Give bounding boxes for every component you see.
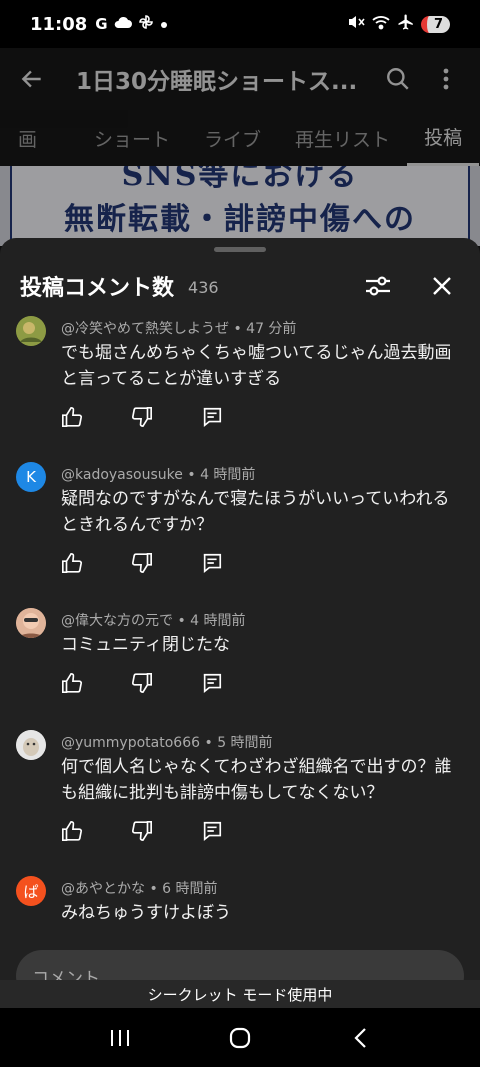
system-nav-bar — [0, 1008, 480, 1067]
comment-author[interactable]: @yummypotato666 — [61, 735, 200, 751]
comments-count: 436 — [188, 277, 219, 297]
comment-author[interactable]: @kadoyasousuke — [61, 467, 183, 483]
more-vert-icon[interactable] — [428, 61, 464, 97]
avatar[interactable] — [16, 730, 46, 760]
mute-icon — [347, 14, 365, 34]
battery-indicator: 7 — [420, 15, 450, 33]
avatar[interactable] — [16, 608, 46, 638]
comments-sheet: 投稿コメント数 436 @冷笑やめて熱笑しようぜ • 47 分前 でも堀さんめち… — [0, 238, 480, 1018]
reply-icon[interactable] — [201, 552, 223, 574]
recent-apps-icon[interactable] — [102, 1020, 138, 1056]
comment-actions — [61, 820, 223, 842]
post-image: SNS等における 無断転載・誹謗中傷への — [0, 166, 480, 246]
status-time: 11:08 — [30, 13, 88, 35]
reply-icon[interactable] — [201, 820, 223, 842]
like-icon[interactable] — [61, 820, 83, 842]
reply-icon[interactable] — [201, 406, 223, 428]
comment-text: でも堀さんめちゃくちゃ嘘ついてるじゃん過去動画と言ってることが違いすぎる — [61, 343, 452, 389]
comment-actions — [61, 406, 223, 428]
comment-text: みねちゅうすけよぼう — [61, 903, 231, 923]
home-icon[interactable] — [222, 1020, 258, 1056]
dislike-icon[interactable] — [131, 672, 153, 694]
comment-author[interactable]: @あやとかな — [61, 881, 145, 897]
comment-author[interactable]: @偉大な方の元で — [61, 613, 173, 629]
like-icon[interactable] — [61, 406, 83, 428]
back-arrow-icon[interactable] — [14, 61, 50, 97]
comment-actions — [61, 672, 223, 694]
comment-list[interactable]: @冷笑やめて熱笑しようぜ • 47 分前 でも堀さんめちゃくちゃ嘘ついてるじゃん… — [0, 314, 480, 944]
status-bar: 11:08 G 7 — [0, 0, 480, 48]
like-icon[interactable] — [61, 672, 83, 694]
filter-icon[interactable] — [360, 268, 396, 304]
post-image-text-1: SNS等における — [121, 166, 359, 193]
comment-text: コミュニティ閉じたな — [61, 635, 230, 655]
avatar[interactable]: ぱ — [16, 876, 46, 906]
tab-shorts[interactable]: ショート — [54, 110, 187, 166]
search-icon[interactable] — [380, 61, 416, 97]
pinwheel-icon — [138, 14, 154, 34]
back-icon[interactable] — [342, 1020, 378, 1056]
dislike-icon[interactable] — [131, 552, 153, 574]
comment-actions — [61, 552, 223, 574]
comment-time: 4 時間前 — [190, 613, 246, 629]
incognito-banner: シークレット モード使用中 — [0, 980, 480, 1008]
comment-time: 4 時間前 — [200, 467, 256, 483]
dislike-icon[interactable] — [131, 820, 153, 842]
tab-live[interactable]: ライブ — [187, 110, 278, 166]
google-icon: G — [95, 15, 108, 33]
avatar[interactable]: K — [16, 462, 46, 492]
tab-posts[interactable]: 投稿 — [407, 110, 480, 166]
comment-meta: @yummypotato666 • 5 時間前 — [61, 735, 273, 751]
tab-videos[interactable]: 画 — [0, 110, 54, 166]
comment-time: 5 時間前 — [217, 735, 273, 751]
dot-icon — [160, 15, 168, 33]
avatar[interactable] — [16, 316, 46, 346]
cloud-icon — [114, 15, 132, 33]
post-image-text-2: 無断転載・誹謗中傷への — [64, 202, 416, 237]
comment-time: 47 分前 — [246, 321, 297, 337]
channel-tabs: 画 ショート ライブ 再生リスト 投稿 — [0, 110, 480, 166]
like-icon[interactable] — [61, 552, 83, 574]
comments-header: 投稿コメント数 436 — [0, 264, 480, 308]
tab-playlists[interactable]: 再生リスト — [278, 110, 407, 166]
comment-time: 6 時間前 — [162, 881, 218, 897]
comment-text: 何で個人名じゃなくてわざわざ組織名で出すの？誰も組織に批判も誹謗中傷もしてなくな… — [61, 757, 452, 803]
dislike-icon[interactable] — [131, 406, 153, 428]
comment-meta: @kadoyasousuke • 4 時間前 — [61, 467, 256, 483]
comment-text: 疑問なのですがなんで寝たほうがいいっていわれるときれるんですか？ — [61, 489, 450, 535]
reply-icon[interactable] — [201, 672, 223, 694]
comments-title: 投稿コメント数 — [20, 276, 175, 301]
drag-handle[interactable] — [214, 247, 266, 252]
comment-meta: @冷笑やめて熱笑しようぜ • 47 分前 — [61, 321, 297, 337]
close-icon[interactable] — [424, 268, 460, 304]
page-title: 1日30分睡眠ショートス... — [76, 69, 358, 95]
wifi-icon — [371, 14, 391, 34]
comment-author[interactable]: @冷笑やめて熱笑しようぜ — [61, 321, 229, 337]
comment-meta: @偉大な方の元で • 4 時間前 — [61, 613, 246, 629]
airplane-icon — [397, 13, 415, 35]
app-bar: 1日30分睡眠ショートス... — [0, 48, 480, 110]
comment-meta: @あやとかな • 6 時間前 — [61, 881, 218, 897]
